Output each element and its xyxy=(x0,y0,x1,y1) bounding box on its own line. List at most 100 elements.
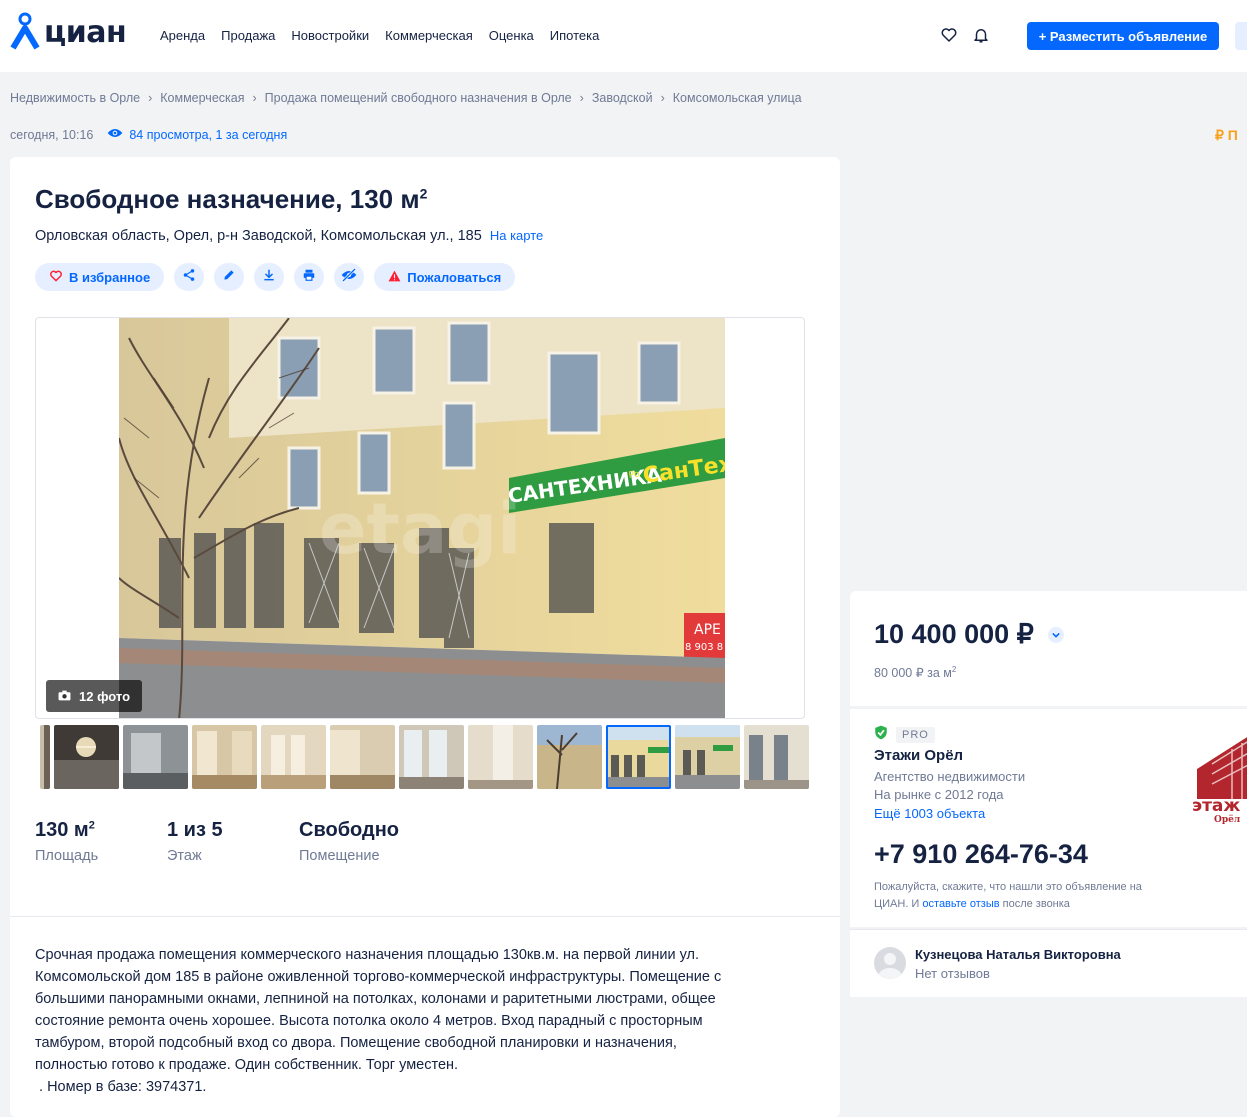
nav-item-sale[interactable]: Продажа xyxy=(221,28,275,43)
site-header: циан Аренда Продажа Новостройки Коммерче… xyxy=(0,0,1247,72)
breadcrumb-item[interactable]: Комсомольская улица xyxy=(673,91,802,105)
agency-since: На рынке с 2012 года xyxy=(874,787,1004,802)
thumbnail[interactable] xyxy=(744,725,809,789)
heart-icon xyxy=(49,269,63,286)
address-text: Орловская область, Орел, р-н Заводской, … xyxy=(35,228,482,244)
thumbnail[interactable] xyxy=(40,725,50,789)
fact-label: Этаж xyxy=(167,848,202,864)
price-per-sqm: 80 000 ₽ за м2 xyxy=(874,665,956,680)
main-nav: Аренда Продажа Новостройки Коммерческая … xyxy=(160,28,599,43)
page-title: Свободное назначение, 130 м2 xyxy=(35,184,427,215)
favorite-button[interactable]: В избранное xyxy=(35,263,165,291)
chevron-down-icon[interactable] xyxy=(1047,626,1064,643)
price-per-sqm-sup: 2 xyxy=(951,665,957,674)
favorite-label: В избранное xyxy=(69,269,151,285)
complain-label: Пожаловаться xyxy=(407,269,502,285)
complain-button[interactable]: Пожаловаться xyxy=(374,263,516,291)
heart-icon[interactable] xyxy=(940,26,958,49)
thumbnail[interactable] xyxy=(192,725,257,789)
photo-sign-rent: АРЕ xyxy=(694,622,721,638)
breadcrumb-separator-icon: › xyxy=(579,91,584,105)
breadcrumb-item[interactable]: Недвижимость в Орле xyxy=(10,91,140,105)
thumbnail-strip xyxy=(40,725,810,791)
nav-item-new-buildings[interactable]: Новостройки xyxy=(291,28,369,43)
main-photo[interactable]: САНТЕХНИКА Ро СанТех АРЕ 8 903 8 etagi xyxy=(119,318,725,718)
agency-logo-text: этаж xyxy=(1192,796,1240,816)
bell-icon[interactable] xyxy=(972,26,990,49)
post-listing-button[interactable]: + Разместить объявление xyxy=(1027,22,1219,50)
eye-icon xyxy=(107,127,123,142)
photo-count-label: 12 фото xyxy=(79,688,131,704)
person-name[interactable]: Кузнецова Наталья Викторовна xyxy=(915,947,1121,962)
share-icon xyxy=(182,268,196,287)
printer-icon xyxy=(302,268,316,287)
thumbnail[interactable] xyxy=(54,725,119,789)
pro-row: PRO xyxy=(874,725,935,745)
photo-count-badge[interactable]: 12 фото xyxy=(46,680,143,712)
thumbnail[interactable] xyxy=(399,725,464,789)
thumbnail[interactable] xyxy=(123,725,188,789)
title-text: Свободное назначение, 130 м xyxy=(35,184,420,214)
agent-card: PRO Этажи Орёл Агентство недвижимости На… xyxy=(850,709,1247,927)
breadcrumb-item[interactable]: Продажа помещений свободного назначения … xyxy=(265,91,572,105)
thumbnail[interactable] xyxy=(675,725,740,789)
fact-value-text: 130 м xyxy=(35,819,89,841)
nav-item-commercial[interactable]: Коммерческая xyxy=(385,28,473,43)
thumbnail[interactable] xyxy=(537,725,602,789)
eye-off-icon xyxy=(341,267,357,287)
fact-value: 130 м2 xyxy=(35,819,167,842)
agency-type: Агентство недвижимости xyxy=(874,769,1026,784)
divider xyxy=(10,916,840,917)
listing-meta: сегодня, 10:16 84 просмотра, 1 за сегодн… xyxy=(10,127,287,142)
price-card: 10 400 000 ₽ 80 000 ₽ за м2 xyxy=(850,591,1247,706)
agency-more-link[interactable]: Ещё 1003 объекта xyxy=(874,806,985,821)
breadcrumb-separator-icon: › xyxy=(252,91,257,105)
photo-sign-prefix: Ро xyxy=(628,469,641,480)
thumbnail[interactable] xyxy=(330,725,395,789)
fact-type: Свободно Помещение xyxy=(299,819,431,864)
fact-area: 130 м2 Площадь xyxy=(35,819,167,864)
breadcrumb-item[interactable]: Коммерческая xyxy=(160,91,244,105)
address: Орловская область, Орел, р-н Заводской, … xyxy=(35,228,543,244)
share-button[interactable] xyxy=(174,263,205,291)
hide-button[interactable] xyxy=(334,263,365,291)
person-card: Кузнецова Наталья Викторовна Нет отзывов xyxy=(850,929,1247,997)
breadcrumb-item[interactable]: Заводской xyxy=(592,91,653,105)
agency-logo[interactable]: этаж Орёл xyxy=(1192,729,1247,824)
cian-logo[interactable]: циан xyxy=(10,10,127,54)
listing-description: Срочная продажа помещения коммерческого … xyxy=(35,947,722,1095)
verified-shield-icon xyxy=(874,725,888,745)
phone-number[interactable]: +7 910 264-76-34 xyxy=(874,839,1088,870)
nav-item-valuation[interactable]: Оценка xyxy=(489,28,534,43)
thumbnail-selected[interactable] xyxy=(606,725,671,789)
nav-item-mortgage[interactable]: Ипотека xyxy=(550,28,600,43)
phone-note-text-after: после звонка xyxy=(999,898,1070,910)
fact-label: Помещение xyxy=(299,848,380,864)
map-link[interactable]: На карте xyxy=(490,228,543,243)
nav-item-rent[interactable]: Аренда xyxy=(160,28,205,43)
thumbnail[interactable] xyxy=(261,725,326,789)
edit-button[interactable] xyxy=(214,263,245,291)
breadcrumb: Недвижимость в Орле › Коммерческая › Про… xyxy=(10,91,802,105)
logo-text: циан xyxy=(44,14,127,50)
print-button[interactable] xyxy=(294,263,325,291)
photo-gallery[interactable]: САНТЕХНИКА Ро СанТех АРЕ 8 903 8 etagi 1… xyxy=(35,317,805,719)
agency-name[interactable]: Этажи Орёл xyxy=(874,747,963,764)
camera-icon xyxy=(58,689,71,704)
warning-icon xyxy=(388,270,401,285)
publish-date: сегодня, 10:16 xyxy=(10,127,94,142)
header-extra-button[interactable] xyxy=(1235,22,1247,50)
header-icons xyxy=(940,26,990,49)
price-history-tag[interactable]: ₽ П xyxy=(1215,127,1238,144)
avatar xyxy=(874,947,906,979)
fact-label: Площадь xyxy=(35,848,99,864)
pencil-icon xyxy=(222,268,236,287)
fact-value-sup: 2 xyxy=(88,819,95,832)
download-button[interactable] xyxy=(254,263,285,291)
leave-review-link[interactable]: оставьте отзыв xyxy=(922,898,999,910)
views-link[interactable]: 84 просмотра, 1 за сегодня xyxy=(107,127,287,142)
photo-sign-phone: 8 903 8 xyxy=(685,642,723,653)
price-value: 10 400 000 ₽ xyxy=(874,619,1034,649)
thumbnail[interactable] xyxy=(468,725,533,789)
breadcrumb-separator-icon: › xyxy=(660,91,665,105)
